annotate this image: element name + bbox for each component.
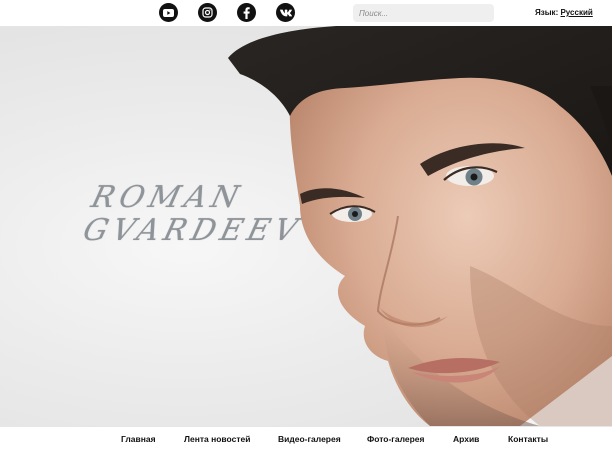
main-navigation: Главная Лента новостей Видео-галерея Фот… [0, 426, 612, 450]
facebook-icon [243, 6, 250, 19]
language-selector[interactable]: Язык: Русский [535, 8, 593, 17]
brand-logo-text: ROMAN GVARDEEV [79, 180, 314, 248]
nav-item-news-feed[interactable]: Лента новостей [184, 434, 250, 444]
nav-item-video-gallery[interactable]: Видео-галерея [278, 434, 341, 444]
instagram-link[interactable] [198, 3, 217, 22]
vk-icon [279, 9, 292, 16]
nav-item-home[interactable]: Главная [121, 434, 156, 444]
language-value[interactable]: Русский [560, 8, 592, 17]
instagram-icon [202, 7, 213, 18]
nav-item-contacts[interactable]: Контакты [508, 434, 548, 444]
youtube-link[interactable] [159, 3, 178, 22]
youtube-icon [163, 8, 174, 17]
facebook-link[interactable] [237, 3, 256, 22]
language-label: Язык: [535, 8, 559, 17]
nav-item-photo-gallery[interactable]: Фото-галерея [367, 434, 424, 444]
hero-banner: ROMAN GVARDEEV [0, 26, 612, 426]
top-bar: Язык: Русский [0, 0, 612, 26]
brand-last-name: GVARDEEV [79, 213, 306, 248]
search-input[interactable] [353, 4, 494, 22]
vk-link[interactable] [276, 3, 295, 22]
brand-first-name: ROMAN [87, 180, 248, 215]
nav-item-archive[interactable]: Архив [453, 434, 479, 444]
